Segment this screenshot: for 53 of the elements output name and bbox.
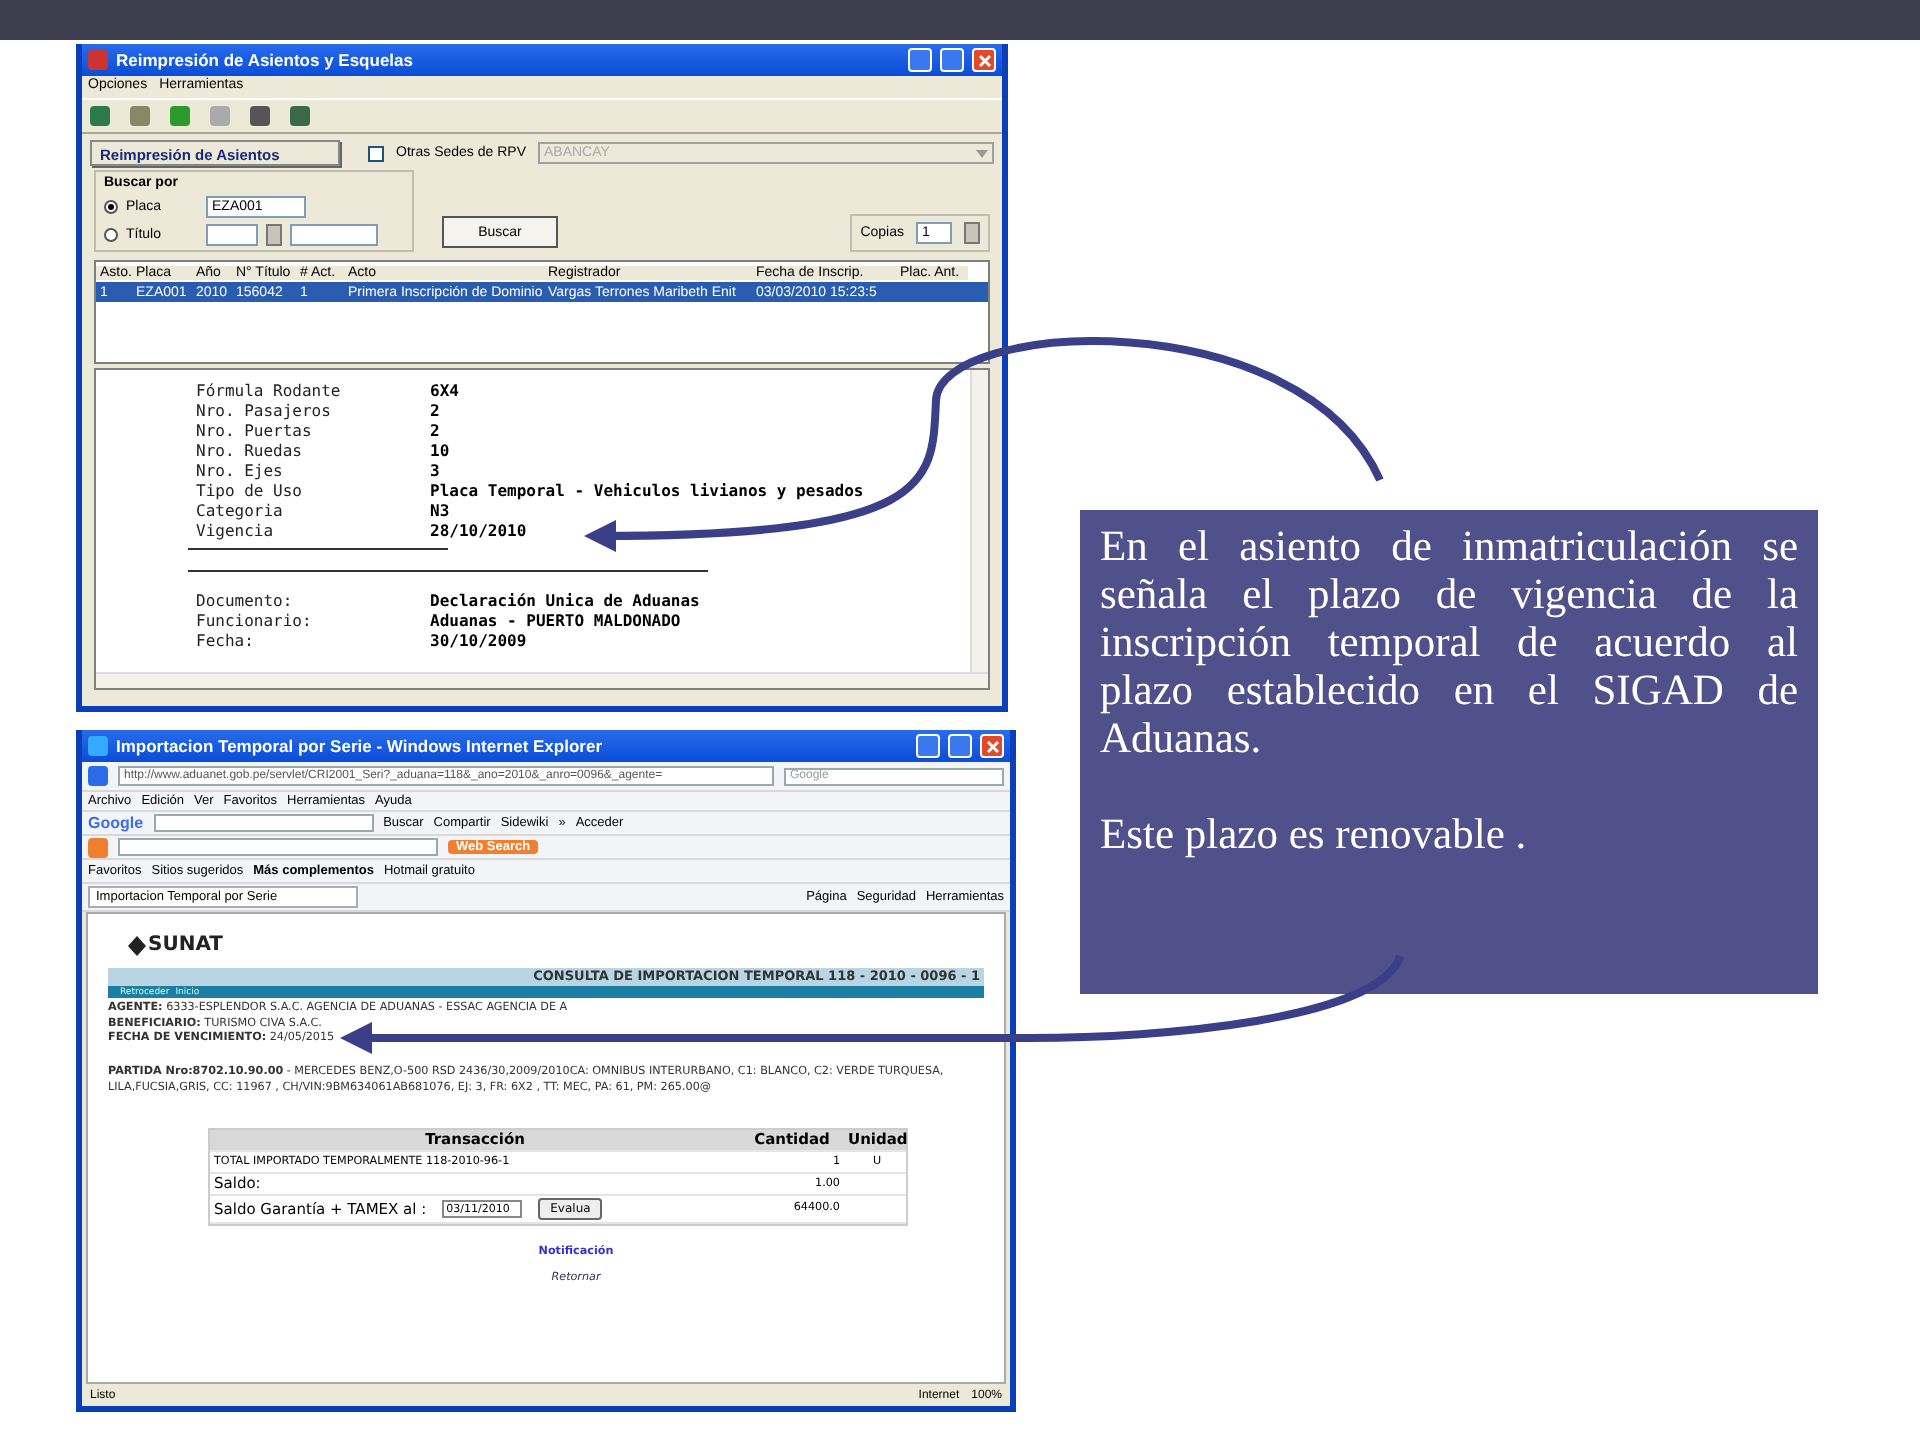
toolbar-brand: Google [88,814,144,832]
field-value: N3 [430,502,452,522]
scrollbar[interactable] [970,370,988,672]
field-value: Placa Temporal - Vehiculos livianos y pesados [430,482,866,502]
close-icon [985,739,999,753]
logo-text: SUNAT [148,934,223,956]
field-value: 2 [430,422,442,442]
spinner[interactable] [266,224,282,246]
field-value: 30/10/2009 [430,632,529,652]
field-label: Nro. Ruedas [196,442,304,462]
window-title: Reimpresión de Asientos y Esquelas [116,50,415,70]
minimize-button[interactable] [908,48,932,72]
field-label: Tipo de Uso [196,482,304,502]
field-value: 10 [430,442,452,462]
callout-text: Este plazo es renovable . [1100,810,1529,858]
field-label: Nro. Pasajeros [196,402,333,422]
field-label: Categoria [196,502,285,522]
close-icon [977,53,991,67]
spinner[interactable] [964,222,980,244]
field-label: Documento: [196,592,295,612]
field-label: Fórmula Rodante [196,382,343,402]
scrollbar[interactable] [96,672,988,688]
field-value: 6X4 [430,382,461,402]
close-button[interactable] [980,734,1004,758]
field-label: Funcionario: [196,612,314,632]
maximize-button[interactable] [940,48,964,72]
back-button[interactable] [88,766,108,786]
field-label: Fecha: [196,632,256,652]
input-field[interactable] [206,224,258,246]
field-value: 3 [430,462,442,482]
radio-button[interactable] [104,228,118,242]
minimize-button[interactable] [916,734,940,758]
dropdown-caret-icon [976,149,988,157]
logo-icon [128,935,146,955]
window-title: Importacion Temporal por Serie - Windows Internet Explorer [116,736,604,756]
toolbar-logo-icon [88,837,108,857]
close-button[interactable] [972,48,996,72]
input-field[interactable] [290,224,378,246]
search-field[interactable] [153,814,374,832]
field-label: Nro. Puertas [196,422,314,442]
field-label: Vigencia [196,522,276,542]
radio-button[interactable] [104,200,118,214]
maximize-button[interactable] [948,734,972,758]
browser-icon [88,736,108,756]
callout-text: En el asiento de inmatriculación se señala el plazo de vigencia de la inscripción temporal de acuerdo al plazo establecido en el SIGAD de Aduanas. [1100,522,1798,762]
app-icon [88,50,108,70]
field-value: 28/10/2010 [430,522,529,542]
field-label: Nro. Ejes [196,462,285,482]
search-field[interactable] [118,838,438,856]
field-value: Aduanas - PUERTO MALDONADO [430,612,683,632]
checkbox[interactable] [368,145,385,161]
field-value: Declaración Unica de Aduanas [430,592,702,612]
field-value: 2 [430,402,442,422]
